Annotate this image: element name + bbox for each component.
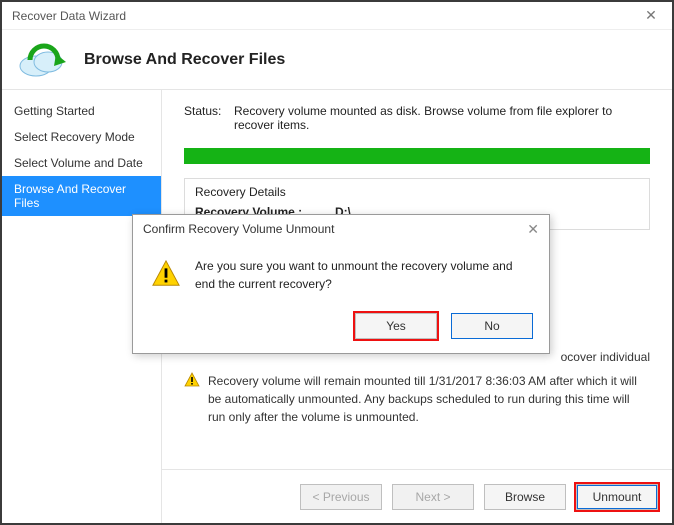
recovery-details-title: Recovery Details: [195, 185, 639, 199]
sidebar-item-browse-and-recover-files[interactable]: Browse And Recover Files: [2, 176, 161, 216]
sidebar-item-select-volume-and-date[interactable]: Select Volume and Date: [2, 150, 161, 176]
status-text: Recovery volume mounted as disk. Browse …: [234, 104, 650, 132]
dialog-title: Confirm Recovery Volume Unmount: [143, 222, 527, 236]
cloud-recover-icon: [16, 40, 70, 80]
sidebar-item-getting-started[interactable]: Getting Started: [2, 98, 161, 124]
browse-button[interactable]: Browse: [484, 484, 566, 510]
unmount-button[interactable]: Unmount: [576, 484, 658, 510]
next-button: Next >: [392, 484, 474, 510]
dialog-titlebar: Confirm Recovery Volume Unmount ✕: [133, 215, 549, 243]
progress-bar: [184, 148, 650, 164]
titlebar: Recover Data Wizard ✕: [2, 2, 672, 30]
status-label: Status:: [184, 104, 234, 132]
warning-icon: [151, 259, 181, 293]
header: Browse And Recover Files: [2, 30, 672, 90]
dialog-close-icon[interactable]: ✕: [527, 221, 539, 238]
window-title: Recover Data Wizard: [8, 9, 636, 23]
confirm-unmount-dialog: Confirm Recovery Volume Unmount ✕ Are yo…: [132, 214, 550, 354]
yes-button[interactable]: Yes: [355, 313, 437, 339]
footer-buttons: < Previous Next > Browse Unmount: [162, 469, 672, 523]
warning-block: Recovery volume will remain mounted till…: [184, 372, 650, 426]
page-title: Browse And Recover Files: [84, 51, 285, 69]
close-icon[interactable]: ✕: [636, 7, 666, 24]
warning-text: Recovery volume will remain mounted till…: [208, 372, 650, 426]
dialog-footer: Yes No: [133, 301, 549, 353]
dialog-body: Are you sure you want to unmount the rec…: [133, 243, 549, 301]
hint-text-partial: ocover individual: [561, 350, 650, 364]
warning-icon: [184, 372, 200, 388]
status-row: Status: Recovery volume mounted as disk.…: [184, 104, 650, 132]
sidebar-item-select-recovery-mode[interactable]: Select Recovery Mode: [2, 124, 161, 150]
no-button[interactable]: No: [451, 313, 533, 339]
wizard-window: Recover Data Wizard ✕ Browse And Recover…: [0, 0, 674, 525]
dialog-message: Are you sure you want to unmount the rec…: [195, 257, 531, 293]
previous-button: < Previous: [300, 484, 382, 510]
